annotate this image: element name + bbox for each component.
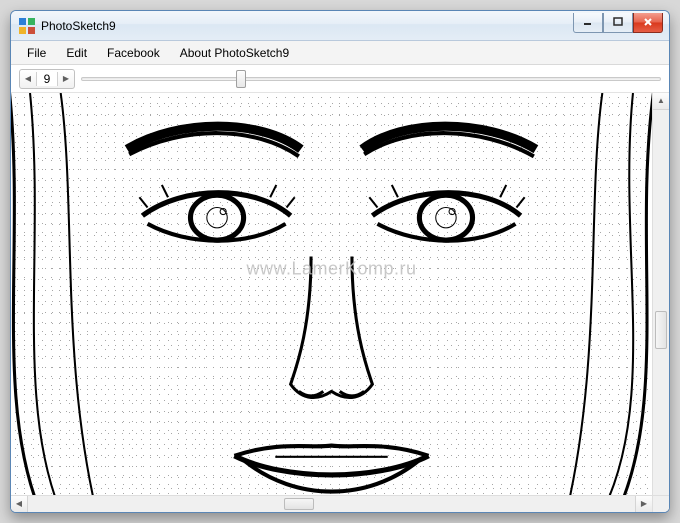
minimize-button[interactable] [573, 13, 603, 33]
canvas[interactable]: www.LamerKomp.ru [11, 93, 652, 512]
threshold-slider[interactable] [81, 70, 661, 88]
stepper-increment[interactable]: ▶ [58, 70, 74, 88]
menu-about[interactable]: About PhotoSketch9 [170, 41, 299, 64]
scroll-corner [652, 495, 669, 512]
scrollbar-vertical[interactable]: ▲ ▼ [652, 93, 669, 512]
image-sketch [11, 93, 652, 512]
chevron-left-icon: ◀ [25, 75, 31, 83]
close-button[interactable] [633, 13, 663, 33]
window-controls [573, 13, 669, 33]
menu-facebook[interactable]: Facebook [97, 41, 170, 64]
menubar: File Edit Facebook About PhotoSketch9 [11, 41, 669, 65]
stepper-decrement[interactable]: ◀ [20, 70, 36, 88]
app-icon [19, 18, 35, 34]
toolbar: ◀ 9 ▶ [11, 65, 669, 93]
app-window: PhotoSketch9 File Edit Facebook About Ph… [10, 10, 670, 513]
scroll-up-button[interactable]: ▲ [653, 93, 669, 110]
slider-track [81, 77, 661, 81]
maximize-button[interactable] [603, 13, 633, 33]
window-title: PhotoSketch9 [41, 19, 573, 33]
scroll-horizontal-thumb[interactable] [284, 498, 314, 510]
chevron-left-icon: ◀ [16, 500, 22, 508]
titlebar[interactable]: PhotoSketch9 [11, 11, 669, 41]
scroll-right-button[interactable]: ▶ [635, 496, 652, 512]
scroll-left-button[interactable]: ◀ [11, 496, 28, 512]
threshold-stepper[interactable]: ◀ 9 ▶ [19, 69, 75, 89]
chevron-up-icon: ▲ [657, 97, 665, 105]
image-stipple-noise [11, 93, 652, 512]
scrollbar-horizontal[interactable]: ◀ ▶ [11, 495, 652, 512]
scroll-vertical-thumb[interactable] [655, 311, 667, 349]
chevron-right-icon: ▶ [641, 500, 647, 508]
stepper-value: 9 [36, 72, 58, 86]
slider-thumb[interactable] [236, 70, 246, 88]
menu-file[interactable]: File [17, 41, 56, 64]
workspace: www.LamerKomp.ru ▲ ▼ ◀ ▶ [11, 93, 669, 512]
menu-edit[interactable]: Edit [56, 41, 97, 64]
chevron-right-icon: ▶ [63, 75, 69, 83]
